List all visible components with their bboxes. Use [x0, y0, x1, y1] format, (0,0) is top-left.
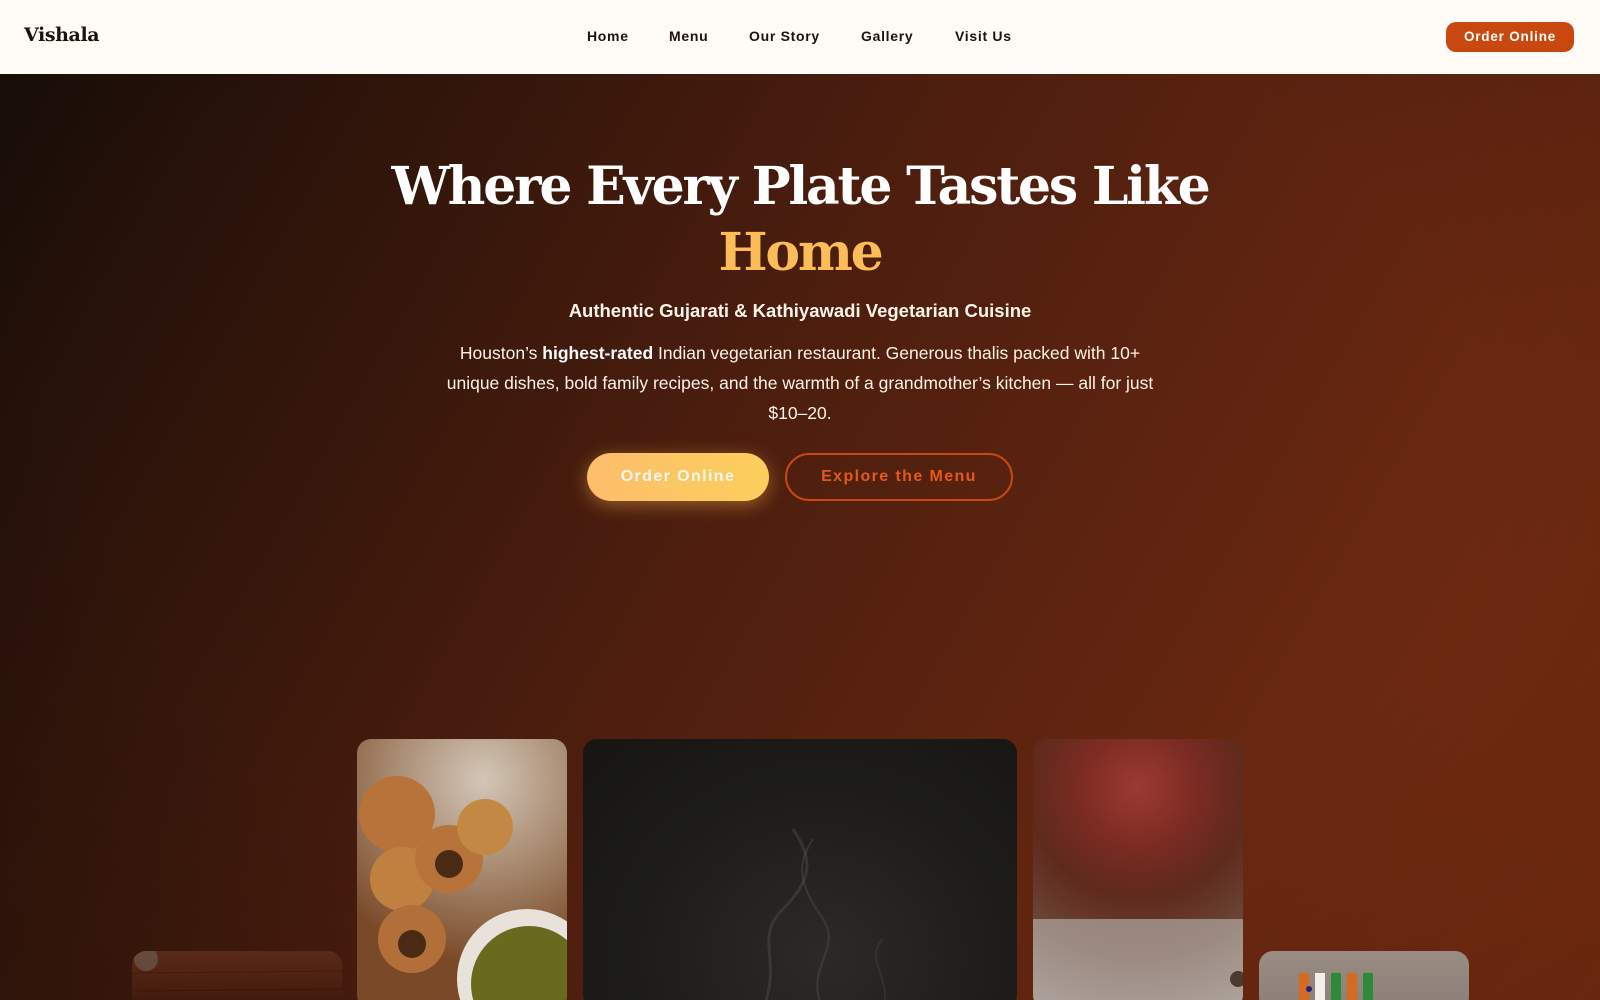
wood-grain-image	[132, 951, 342, 992]
hero-description: Houston’s highest-rated Indian vegetaria…	[440, 338, 1160, 428]
photo-smoke	[583, 739, 1017, 1000]
hero-title-line: Where Every Plate Tastes Like	[391, 156, 1210, 217]
hero-title-accent: Home	[718, 222, 883, 283]
hero-desc-intro: Houston’s	[459, 343, 543, 363]
nav-link-gallery[interactable]: Gallery	[861, 28, 913, 44]
hero-subtitle: Authentic Gujarati & Kathiyawadi Vegetar…	[568, 300, 1032, 321]
explore-menu-button[interactable]: Explore the Menu	[785, 453, 1013, 501]
photo-flag	[1259, 951, 1469, 1000]
nav-link-our-story[interactable]: Our Story	[749, 28, 820, 44]
hero-title: Where Every Plate Tastes Like Home	[0, 154, 1600, 286]
pani-puri-image	[359, 776, 567, 1000]
nav-link-menu[interactable]: Menu	[669, 28, 708, 44]
hero-section: Where Every Plate Tastes Like Home Authe…	[0, 74, 1600, 1000]
photo-blurred-dish	[1033, 739, 1243, 1000]
main-nav: Home Menu Our Story Gallery Visit Us	[0, 28, 1600, 48]
flag-image	[1299, 973, 1373, 1000]
blurred-dish-image	[1033, 919, 1243, 1000]
order-online-button[interactable]: Order Online	[1446, 22, 1574, 52]
hero-desc-highlight: highest-rated	[542, 343, 654, 363]
photo-wooden-table	[132, 951, 342, 1000]
nav-link-home[interactable]: Home	[587, 28, 629, 44]
nav-link-visit-us[interactable]: Visit Us	[955, 28, 1012, 44]
site-header: Vishala Home Menu Our Story Gallery Visi…	[0, 0, 1600, 74]
smoke-image	[764, 828, 886, 1000]
photo-pani-puri	[357, 739, 567, 1000]
hero-order-online-button[interactable]: Order Online	[587, 453, 769, 501]
